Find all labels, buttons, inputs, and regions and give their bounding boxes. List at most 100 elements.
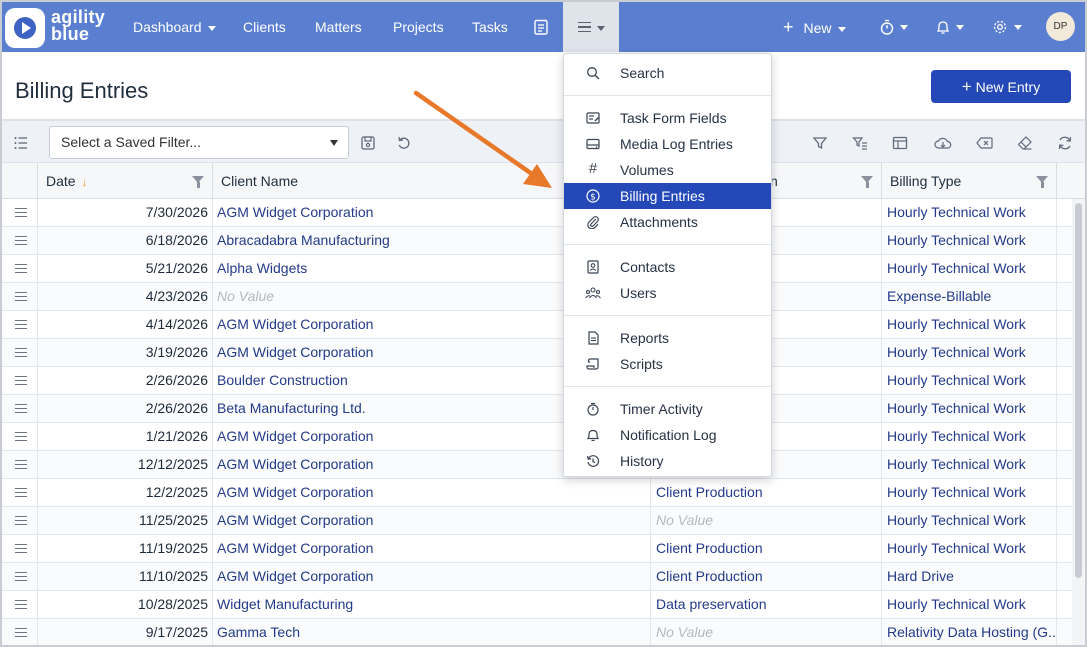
- table-row[interactable]: 11/25/2025 AGM Widget Corporation No Value…: [2, 507, 1072, 535]
- nav-projects[interactable]: Projects: [393, 2, 444, 52]
- nav-tasks[interactable]: Tasks: [472, 2, 508, 52]
- table-row[interactable]: 2/26/2026 Beta Manufacturing Ltd. Hourly T…: [2, 395, 1072, 423]
- row-drag-handle[interactable]: [2, 507, 38, 535]
- filter-icon[interactable]: [812, 135, 828, 151]
- table-row[interactable]: 6/18/2026 Abracadabra Manufacturing Hourly…: [2, 227, 1072, 255]
- table-row[interactable]: 11/19/2025 AGM Widget Corporation Client P…: [2, 535, 1072, 563]
- menu-item-notification-log[interactable]: Notification Log: [564, 422, 771, 448]
- column-header-billing-type[interactable]: Billing Type: [882, 163, 1057, 199]
- table-row[interactable]: 4/14/2026 AGM Widget Corporation Hourly Te…: [2, 311, 1072, 339]
- cell-client[interactable]: Gamma Tech: [213, 619, 651, 645]
- row-drag-handle[interactable]: [2, 423, 38, 451]
- menu-item-contacts[interactable]: Contacts: [564, 254, 771, 280]
- cell-billing-type[interactable]: Hourly Technical Work: [882, 479, 1057, 507]
- cell-billing-type[interactable]: Hard Drive: [882, 563, 1057, 591]
- table-row[interactable]: 3/19/2026 AGM Widget Corporation Hourly Te…: [2, 339, 1072, 367]
- menu-item-scripts[interactable]: Scripts: [564, 351, 771, 377]
- clipboard-icon[interactable]: [534, 19, 548, 35]
- row-drag-handle[interactable]: [2, 563, 38, 591]
- saved-filter-select[interactable]: Select a Saved Filter...: [49, 126, 349, 159]
- scrollbar-thumb[interactable]: [1075, 203, 1082, 578]
- cell-description[interactable]: No Value: [651, 619, 882, 645]
- cell-description[interactable]: Client Production: [651, 479, 882, 507]
- nav-dashboard[interactable]: Dashboard: [133, 2, 216, 52]
- cell-billing-type[interactable]: Hourly Technical Work: [882, 451, 1057, 479]
- menu-item-attachments[interactable]: Attachments: [564, 209, 771, 235]
- menu-item-reports[interactable]: Reports: [564, 325, 771, 351]
- cell-client[interactable]: AGM Widget Corporation: [213, 535, 651, 563]
- column-header-date[interactable]: Date ↓: [38, 163, 213, 199]
- avatar[interactable]: DP: [1046, 12, 1075, 41]
- menu-item-search[interactable]: Search: [564, 60, 771, 86]
- cell-billing-type[interactable]: Hourly Technical Work: [882, 535, 1057, 563]
- eraser-icon[interactable]: [1017, 135, 1033, 151]
- column-list-icon[interactable]: [13, 135, 29, 151]
- column-filter-icon[interactable]: [1036, 176, 1048, 188]
- menu-item-history[interactable]: History: [564, 448, 771, 474]
- menu-item-timer-activity[interactable]: Timer Activity: [564, 396, 771, 422]
- new-entry-button[interactable]: + New Entry: [931, 70, 1071, 103]
- cell-billing-type[interactable]: Hourly Technical Work: [882, 367, 1057, 395]
- undo-icon[interactable]: [396, 135, 412, 151]
- table-row[interactable]: 12/12/2025 AGM Widget Corporation Hourly T…: [2, 451, 1072, 479]
- row-drag-handle[interactable]: [2, 535, 38, 563]
- table-row[interactable]: 12/2/2025 AGM Widget Corporation Client Pr…: [2, 479, 1072, 507]
- row-drag-handle[interactable]: [2, 367, 38, 395]
- cell-description[interactable]: Client Production: [651, 563, 882, 591]
- cell-billing-type[interactable]: Hourly Technical Work: [882, 395, 1057, 423]
- cell-billing-type[interactable]: Hourly Technical Work: [882, 507, 1057, 535]
- app-logo[interactable]: agility blue: [5, 8, 117, 48]
- refresh-icon[interactable]: [1057, 135, 1073, 151]
- clear-filter-icon[interactable]: [976, 135, 993, 151]
- cell-billing-type[interactable]: Hourly Technical Work: [882, 423, 1057, 451]
- table-row[interactable]: 10/28/2025 Widget Manufacturing Data prese…: [2, 591, 1072, 619]
- table-row[interactable]: 5/21/2026Alpha WidgetschesHourly Technic…: [2, 255, 1072, 283]
- nav-matters[interactable]: Matters: [315, 2, 362, 52]
- menu-item-volumes[interactable]: # Volumes: [564, 157, 771, 183]
- menu-item-billing-entries[interactable]: $ Billing Entries: [564, 183, 771, 209]
- cell-billing-type[interactable]: Hourly Technical Work: [882, 227, 1057, 255]
- cell-client[interactable]: AGM Widget Corporation: [213, 563, 651, 591]
- grid-scrollbar[interactable]: [1072, 199, 1085, 645]
- row-drag-handle[interactable]: [2, 199, 38, 227]
- cell-billing-type[interactable]: Hourly Technical Work: [882, 199, 1057, 227]
- row-drag-handle[interactable]: [2, 619, 38, 645]
- columns-layout-icon[interactable]: [892, 135, 908, 151]
- menu-item-users[interactable]: Users: [564, 280, 771, 306]
- timer-nav-button[interactable]: [880, 19, 908, 35]
- column-header-overflow[interactable]: [1057, 163, 1085, 199]
- cloud-download-icon[interactable]: [934, 135, 952, 151]
- cell-description[interactable]: Data preservation: [651, 591, 882, 619]
- cell-billing-type[interactable]: Relativity Data Hosting (G...: [882, 619, 1057, 645]
- nav-new[interactable]: + New: [783, 2, 846, 52]
- save-filter-icon[interactable]: [360, 135, 376, 151]
- cell-billing-type[interactable]: Hourly Technical Work: [882, 339, 1057, 367]
- row-drag-handle[interactable]: [2, 339, 38, 367]
- column-filter-icon[interactable]: [192, 176, 204, 188]
- table-row[interactable]: 4/23/2026 No Value Expense-Billable: [2, 283, 1072, 311]
- sort-descending-icon[interactable]: ↓: [82, 175, 88, 189]
- cell-description[interactable]: Client Production: [651, 535, 882, 563]
- more-menu-button[interactable]: [563, 2, 619, 52]
- row-drag-handle[interactable]: [2, 255, 38, 283]
- cell-client[interactable]: AGM Widget Corporation: [213, 507, 651, 535]
- table-row[interactable]: 11/10/2025 AGM Widget Corporation Client P…: [2, 563, 1072, 591]
- row-drag-handle[interactable]: [2, 395, 38, 423]
- row-drag-handle[interactable]: [2, 591, 38, 619]
- row-drag-handle[interactable]: [2, 451, 38, 479]
- cell-client[interactable]: AGM Widget Corporation: [213, 479, 651, 507]
- notifications-nav-button[interactable]: [936, 19, 964, 35]
- row-drag-handle[interactable]: [2, 283, 38, 311]
- row-drag-handle[interactable]: [2, 227, 38, 255]
- menu-item-media-log-entries[interactable]: Media Log Entries: [564, 131, 771, 157]
- row-drag-handle[interactable]: [2, 311, 38, 339]
- table-row[interactable]: 9/17/2025 Gamma Tech No Value Relativity Da…: [2, 619, 1072, 645]
- column-filter-icon[interactable]: [861, 176, 873, 188]
- row-drag-handle[interactable]: [2, 479, 38, 507]
- filter-list-icon[interactable]: [852, 135, 868, 151]
- nav-clients[interactable]: Clients: [243, 2, 286, 52]
- cell-client[interactable]: Widget Manufacturing: [213, 591, 651, 619]
- cell-billing-type[interactable]: Hourly Technical Work: [882, 311, 1057, 339]
- cell-billing-type[interactable]: Hourly Technical Work: [882, 591, 1057, 619]
- table-row[interactable]: 2/26/2026 Boulder Construction Hourly Tech…: [2, 367, 1072, 395]
